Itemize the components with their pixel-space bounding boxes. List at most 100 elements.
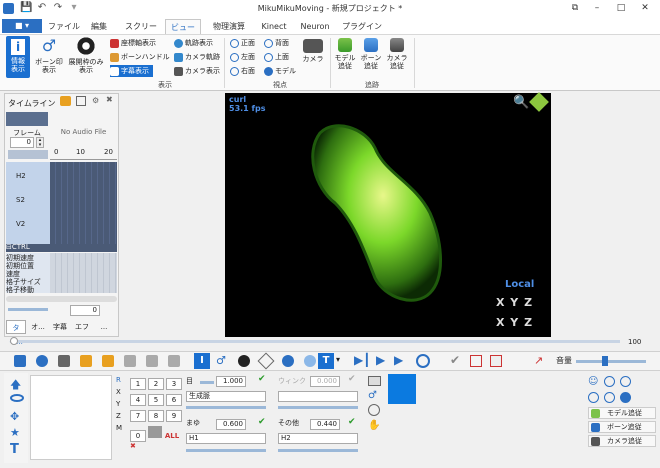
info-toggle-icon[interactable]: I <box>194 353 210 369</box>
bone-toggle-icon[interactable]: ♂ <box>216 355 226 367</box>
numpad-6[interactable]: 6 <box>166 394 182 406</box>
ctrl-grid-move[interactable]: 格子移動 <box>6 285 34 295</box>
info-display-button[interactable]: i 情報 表示 <box>6 36 30 78</box>
coord-axis-toggle[interactable]: 座標軸表示 <box>110 37 156 49</box>
wink-value-input[interactable]: 0.000 <box>310 376 340 387</box>
tab-neuron[interactable]: Neuron <box>298 19 332 34</box>
axis-gizmo-row2[interactable]: X Y Z <box>496 316 533 329</box>
volume-thumb[interactable] <box>602 356 608 366</box>
brow-slider[interactable] <box>186 449 266 452</box>
view-back-button[interactable]: 背面 <box>264 37 289 49</box>
track-h2[interactable]: H2 <box>16 172 26 180</box>
mirror-icon[interactable] <box>168 355 180 367</box>
other-select[interactable]: H2 <box>278 433 358 444</box>
camera-display-toggle[interactable]: カメラ表示 <box>174 65 220 77</box>
bone-mark-button[interactable]: ♂ ボーン印 表示 <box>34 36 64 80</box>
timeline-tab-effect[interactable]: エフ <box>72 320 92 334</box>
ctrl-header[interactable]: ⊟CTRL <box>6 243 30 251</box>
trajectory-toggle[interactable]: 軌跡表示 <box>174 37 213 49</box>
bone-handle-toggle[interactable]: ボーンハンドル <box>110 51 170 63</box>
numpad-8[interactable]: 8 <box>148 410 164 422</box>
morph-hand-icon[interactable]: ✋ <box>368 420 380 431</box>
tab-view[interactable]: ビュー <box>165 19 201 34</box>
morph-face-icon[interactable] <box>368 404 380 416</box>
maximize-button[interactable]: □ <box>612 2 630 15</box>
numpad-2[interactable]: 2 <box>148 378 164 390</box>
tab-file[interactable]: ファイル <box>48 19 80 34</box>
frame-scroll-thumb[interactable] <box>10 337 18 345</box>
frame-scrollbar[interactable] <box>10 340 620 343</box>
numpad-4[interactable]: 4 <box>130 394 146 406</box>
other-slider[interactable] <box>278 449 358 452</box>
timeline-tab-more[interactable]: ... <box>94 320 114 334</box>
smile-icon[interactable]: ☺ <box>588 376 598 387</box>
timeline-tab-subtitle[interactable]: 字幕 <box>50 320 70 334</box>
add-model-icon[interactable] <box>36 355 48 367</box>
camera-view-button[interactable]: カメラ <box>300 36 326 80</box>
add-keyframe-icon[interactable] <box>14 355 26 367</box>
pin-icon[interactable]: ✖ <box>106 95 113 104</box>
wink-select[interactable] <box>278 391 358 402</box>
model-person-icon[interactable] <box>620 392 631 403</box>
axis-z-label[interactable]: Z <box>116 412 121 420</box>
wink-slider[interactable] <box>278 406 358 409</box>
timeline-tab-timeline[interactable]: タイ... <box>6 320 26 346</box>
morph-bone-icon[interactable]: ♂ <box>368 390 377 401</box>
other-value-input[interactable]: 0.440 <box>310 419 340 430</box>
track-v2[interactable]: V2 <box>16 220 25 228</box>
register-icon[interactable] <box>470 355 482 367</box>
ctrl-keyframe-grid[interactable] <box>50 253 117 293</box>
gear-icon[interactable]: ⚙ <box>92 96 99 105</box>
view-front-button[interactable]: 正面 <box>230 37 255 49</box>
delete-icon[interactable] <box>58 355 70 367</box>
all-reset-icon[interactable]: ✖ <box>130 442 136 450</box>
subtitle-toggle-icon[interactable]: T <box>318 353 334 369</box>
view-left-button[interactable]: 左面 <box>230 51 255 63</box>
tab-kinect[interactable]: Kinect <box>258 19 290 34</box>
mouth-select[interactable]: 生成脈 <box>186 391 266 402</box>
numpad-1[interactable]: 1 <box>130 378 146 390</box>
subtitle-dropdown-icon[interactable]: ▾ <box>336 355 340 364</box>
undo-icon[interactable]: ↶ <box>36 2 48 14</box>
text-tool-icon[interactable]: T <box>10 442 19 457</box>
register-all-icon[interactable] <box>490 355 502 367</box>
eye-value-input[interactable]: 1.000 <box>216 376 246 387</box>
graph-icon[interactable] <box>76 96 86 106</box>
brow-value-input[interactable]: 0.600 <box>216 419 246 430</box>
camera-trajectory-toggle[interactable]: カメラ軌跡 <box>174 51 220 63</box>
timeline-hscroll[interactable] <box>6 296 117 302</box>
save-icon[interactable]: 💾 <box>20 2 32 14</box>
coord-mode-label[interactable]: Local <box>505 279 534 290</box>
numpad-0[interactable]: 0 <box>130 430 146 442</box>
numpad-3[interactable]: 3 <box>166 378 182 390</box>
subtitle-toggle[interactable]: 字幕表示 <box>110 65 153 77</box>
copy-icon[interactable] <box>124 355 136 367</box>
color-swatch[interactable] <box>388 374 416 404</box>
axis-m-label[interactable]: M <box>116 424 122 432</box>
numpad-7[interactable]: 7 <box>130 410 146 422</box>
expand-toggle-icon[interactable] <box>238 355 250 367</box>
play-range-icon[interactable]: ▶┃ <box>354 353 370 367</box>
tab-edit[interactable]: 編集 <box>86 19 112 34</box>
eye-check-icon[interactable]: ✔ <box>258 374 266 384</box>
track-s2[interactable]: S2 <box>16 196 25 204</box>
numpad-5[interactable]: 5 <box>148 394 164 406</box>
view-model-button[interactable]: モデル <box>264 65 296 77</box>
close-button[interactable]: ✕ <box>636 2 654 15</box>
frame-number-input[interactable]: 0 <box>10 137 34 148</box>
file-menu-button[interactable]: ■ ▾ <box>2 19 42 33</box>
bone-edit-icon[interactable] <box>80 355 92 367</box>
view-top-button[interactable]: 上面 <box>264 51 289 63</box>
circle4-icon[interactable] <box>604 392 615 403</box>
loop-icon[interactable] <box>416 354 430 368</box>
playback-nav-buttons[interactable] <box>8 150 48 159</box>
axis-gizmo-row1[interactable]: X Y Z <box>496 296 533 309</box>
timeline-tab-other[interactable]: オ... <box>28 320 48 334</box>
timeline-value-input[interactable]: 0 <box>70 305 100 316</box>
expand-only-button[interactable]: 展開枠のみ 表示 <box>66 36 106 80</box>
view-right-button[interactable]: 右面 <box>230 65 255 77</box>
camera-follow-button[interactable]: カメラ 追従 <box>384 36 410 80</box>
move-tool-icon[interactable]: ✥ <box>10 410 19 423</box>
transform-icon[interactable] <box>102 355 114 367</box>
volume-slider[interactable] <box>576 360 646 363</box>
